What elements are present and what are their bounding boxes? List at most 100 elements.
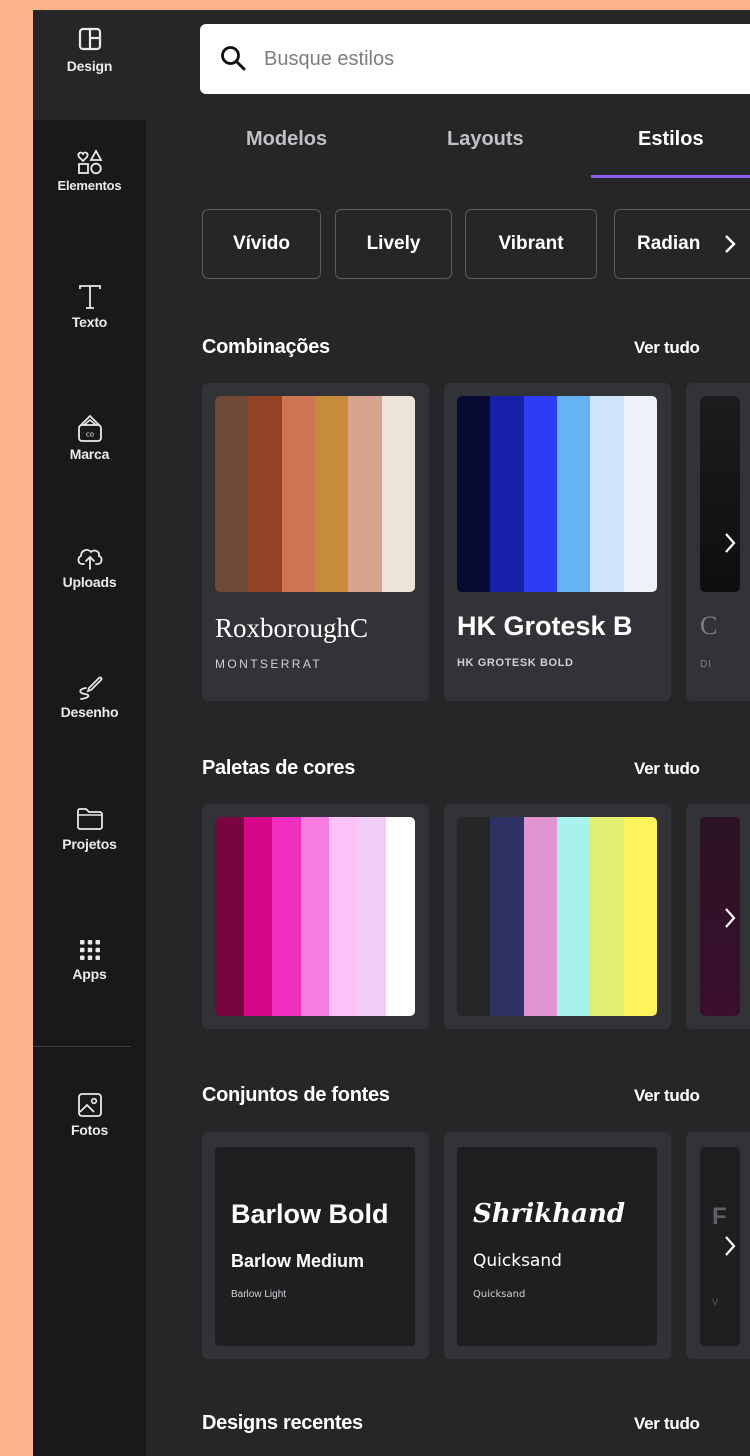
swatch bbox=[248, 396, 282, 592]
swatch bbox=[381, 396, 415, 592]
font-set-body: V bbox=[712, 1297, 719, 1307]
swatch bbox=[348, 396, 382, 592]
swatch bbox=[215, 817, 244, 1016]
combo-body-font: MONTSERRAT bbox=[215, 657, 323, 671]
filter-chip-vivido[interactable]: Vívido bbox=[202, 209, 321, 279]
layout-icon bbox=[77, 26, 103, 52]
swatch bbox=[623, 396, 657, 592]
font-set-card[interactable]: Shrikhand Quicksand Quicksand bbox=[444, 1132, 671, 1359]
swatch bbox=[314, 396, 349, 592]
combo-card[interactable]: HK Grotesk B HK GROTESK BOLD bbox=[444, 383, 671, 701]
sidebar-item-texto[interactable]: Texto bbox=[33, 282, 146, 392]
text-icon bbox=[76, 282, 104, 312]
palette-swatches bbox=[215, 817, 415, 1016]
sidebar-item-label: Texto bbox=[71, 314, 108, 330]
swatch bbox=[623, 817, 657, 1016]
chevron-right-icon[interactable] bbox=[715, 1231, 745, 1261]
sidebar-item-label: Apps bbox=[72, 966, 107, 982]
search-input[interactable] bbox=[264, 24, 734, 94]
swatch bbox=[523, 396, 557, 592]
see-all-recentes-link[interactable]: Ver tudo bbox=[634, 1414, 700, 1434]
apps-grid-icon bbox=[76, 936, 104, 964]
swatch bbox=[300, 817, 330, 1016]
sidebar-item-projetos[interactable]: Projetos bbox=[33, 806, 146, 916]
combo-swatches bbox=[700, 396, 740, 592]
font-set-preview: Barlow Bold Barlow Medium Barlow Light bbox=[215, 1147, 415, 1346]
sidebar-item-label: Desenho bbox=[60, 704, 119, 720]
combo-heading-font: HK Grotesk B bbox=[457, 611, 633, 641]
sidebar-item-desenho[interactable]: Desenho bbox=[33, 672, 146, 782]
font-set-heading: Shrikhand bbox=[473, 1199, 626, 1229]
sidebar-item-design[interactable]: Design bbox=[33, 10, 146, 120]
sidebar-item-label: Projetos bbox=[62, 836, 117, 852]
combo-heading-font: RoxboroughC bbox=[215, 613, 369, 643]
tab-layouts[interactable]: Layouts bbox=[447, 128, 524, 151]
combo-swatches bbox=[215, 396, 415, 592]
swatch bbox=[490, 817, 524, 1016]
section-title-combinacoes: Combinações bbox=[202, 336, 330, 358]
chevron-right-icon[interactable] bbox=[715, 229, 745, 259]
swatch bbox=[457, 817, 491, 1016]
palette-card[interactable] bbox=[444, 804, 671, 1029]
font-set-body: Quicksand bbox=[473, 1289, 526, 1300]
sidebar-item-apps[interactable]: Apps bbox=[33, 936, 146, 1046]
section-title-designs-recentes: Designs recentes bbox=[202, 1412, 363, 1434]
cloud-upload-icon bbox=[75, 542, 105, 572]
folder-icon bbox=[75, 806, 105, 832]
swatch bbox=[386, 817, 415, 1016]
swatch bbox=[556, 396, 591, 592]
font-set-subheading: Quicksand bbox=[473, 1251, 562, 1271]
font-set-card[interactable]: Barlow Bold Barlow Medium Barlow Light bbox=[202, 1132, 429, 1359]
tab-modelos[interactable]: Modelos bbox=[246, 128, 327, 151]
chevron-right-icon[interactable] bbox=[715, 903, 745, 933]
swatch bbox=[243, 817, 273, 1016]
see-all-fontes-link[interactable]: Ver tudo bbox=[634, 1086, 700, 1106]
sidebar-item-elementos[interactable]: Elementos bbox=[33, 148, 146, 258]
swatch bbox=[357, 817, 387, 1016]
sidebar-item-uploads[interactable]: Uploads bbox=[33, 542, 146, 652]
section-title-paletas: Paletas de cores bbox=[202, 757, 356, 779]
active-tab-indicator bbox=[591, 175, 750, 178]
draw-icon bbox=[75, 672, 105, 702]
swatch bbox=[329, 817, 358, 1016]
sidebar-divider bbox=[33, 1046, 131, 1047]
image-icon bbox=[75, 1090, 105, 1120]
swatch bbox=[457, 396, 491, 592]
swatch bbox=[590, 396, 624, 592]
palette-swatches bbox=[457, 817, 657, 1016]
see-all-combinacoes-link[interactable]: Ver tudo bbox=[634, 338, 700, 358]
app-frame: Design Elementos Texto co Marca Uploads bbox=[33, 10, 750, 1456]
font-set-subheading: Barlow Medium bbox=[231, 1251, 365, 1271]
section-title-conjuntos-de-fontes: Conjuntos de fontes bbox=[202, 1084, 390, 1106]
search-bar[interactable] bbox=[200, 24, 750, 94]
font-set-body: Barlow Light bbox=[231, 1289, 287, 1300]
brand-icon: co bbox=[75, 412, 105, 444]
sidebar-item-label: Design bbox=[66, 58, 113, 74]
sidebar-item-label: Elementos bbox=[57, 178, 122, 193]
swatch bbox=[215, 396, 249, 592]
chevron-right-icon[interactable] bbox=[715, 528, 745, 558]
tab-estilos[interactable]: Estilos bbox=[638, 128, 704, 151]
sidebar-item-fotos[interactable]: Fotos bbox=[33, 1090, 146, 1200]
see-all-paletas-link[interactable]: Ver tudo bbox=[634, 759, 700, 779]
swatch bbox=[590, 817, 624, 1016]
filter-chip-lively[interactable]: Lively bbox=[335, 209, 452, 279]
swatch bbox=[523, 817, 557, 1016]
sidebar: Design Elementos Texto co Marca Uploads bbox=[33, 10, 146, 1456]
svg-text:co: co bbox=[85, 431, 93, 439]
combo-card[interactable]: RoxboroughC MONTSERRAT bbox=[202, 383, 429, 701]
font-set-preview: Shrikhand Quicksand Quicksand bbox=[457, 1147, 657, 1346]
font-set-heading: Barlow Bold bbox=[231, 1199, 389, 1229]
combo-heading-font: C bbox=[700, 611, 718, 640]
filter-chip-vibrant[interactable]: Vibrant bbox=[465, 209, 597, 279]
combo-body-font: DI bbox=[700, 659, 712, 670]
palette-card[interactable] bbox=[202, 804, 429, 1029]
sidebar-item-marca[interactable]: co Marca bbox=[33, 412, 146, 522]
combo-body-font: HK GROTESK BOLD bbox=[457, 657, 574, 669]
swatch bbox=[281, 396, 315, 592]
combo-swatches bbox=[457, 396, 657, 592]
sidebar-item-label: Uploads bbox=[62, 574, 117, 590]
shapes-icon bbox=[76, 148, 104, 176]
sidebar-item-label: Marca bbox=[69, 446, 110, 462]
swatch bbox=[272, 817, 301, 1016]
